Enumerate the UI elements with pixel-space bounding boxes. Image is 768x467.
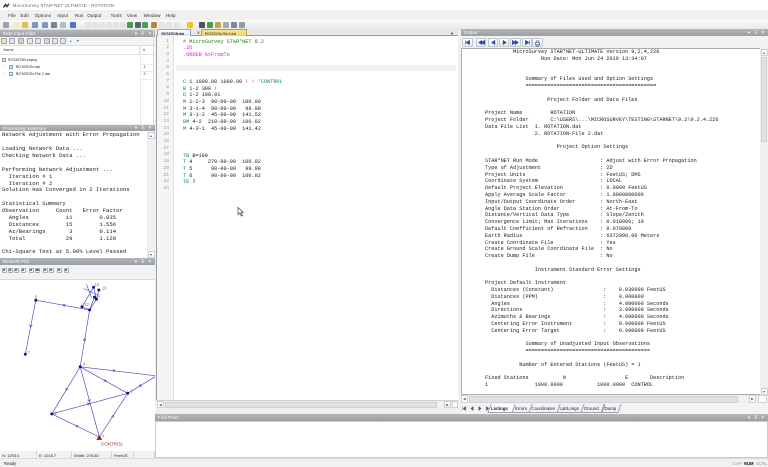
svg-text:2: 2 — [54, 411, 57, 416]
svg-text:12: 12 — [84, 302, 90, 307]
svg-text:11: 11 — [95, 282, 100, 287]
svg-text:7: 7 — [28, 350, 31, 355]
svg-text:5: 5 — [35, 295, 38, 300]
svg-text:3: 3 — [130, 389, 133, 394]
svg-text:10: 10 — [102, 286, 107, 291]
svg-text:4: 4 — [83, 362, 86, 367]
svg-text:6: 6 — [98, 294, 101, 299]
svg-text:CONTROL: CONTROL — [101, 441, 123, 446]
svg-text:1: 1 — [102, 433, 105, 438]
